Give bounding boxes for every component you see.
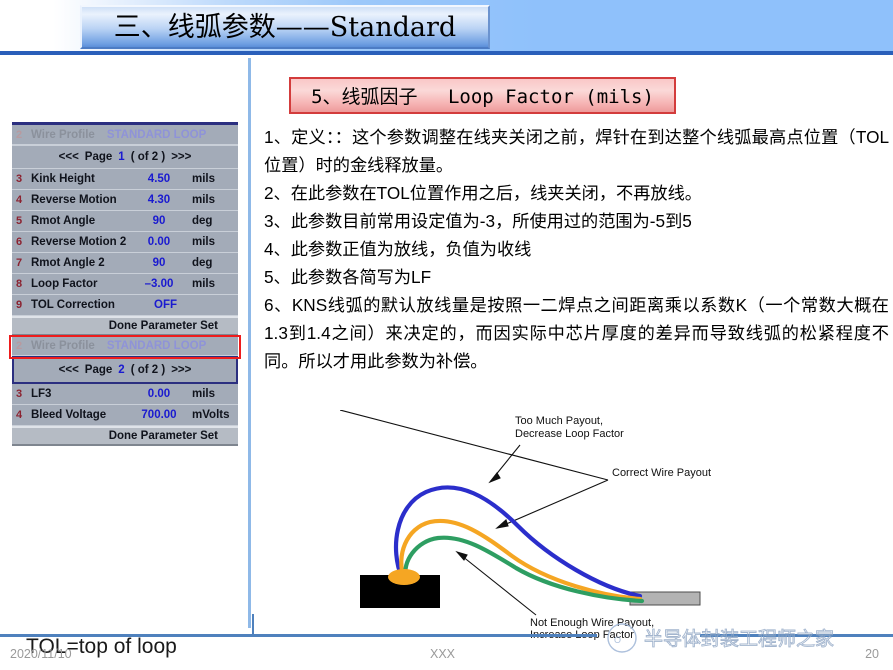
row-label: Reverse Motion 2 [31,236,127,248]
page2-prev-button[interactable]: <<< [59,364,79,376]
page2-page-label: Page [84,364,113,376]
row-value[interactable]: 90 [130,215,188,227]
wire-profile-panel: 2 Wire Profile STANDARD LOOP <<< Page 1 … [12,122,238,446]
page1-next-button[interactable]: >>> [171,151,191,163]
body-line-4: 4、此参数正值为放线，负值为收线 [264,239,532,259]
wire-loop-diagram: Too Much Payout, Decrease Loop Factor Co… [339,409,893,641]
annotation-correct: Correct Wire Payout [612,467,711,479]
row-value[interactable]: –3.00 [130,278,188,290]
row-number: 7 [16,257,23,269]
annotation-not-enough-line1: Not Enough Wire Payout, [530,617,654,629]
row-unit: mils [192,388,216,400]
body-line-6: 6、KNS线弧的默认放线量是按照一二焊点之间距离乘以系数K（一个常数大概在1.3… [264,295,889,371]
row-label: LF3 [31,388,52,400]
slide-footer: 2020/11/10 XXX 20 [0,645,893,670]
table-row[interactable]: 3 LF3 0.00 mils [12,384,238,405]
table-row[interactable]: 4 Bleed Voltage 700.00 mVolts [12,405,238,426]
wire-not-enough-payout [403,535,645,604]
table-row[interactable]: 9 TOL Correction OFF [12,295,238,316]
row-label: Kink Height [31,173,95,185]
wire-profile-page1-header: 2 Wire Profile STANDARD LOOP [12,125,238,145]
row-unit: mils [192,173,216,185]
page2-header-number: 2 [16,339,23,352]
page1-page-number: 1 [118,151,125,163]
page1-header-number: 2 [16,128,23,141]
row-value[interactable]: 0.00 [130,236,188,248]
row-value[interactable]: OFF [146,299,234,311]
page2-done-label: Done Parameter Set [108,430,218,442]
row-unit: mils [192,194,216,206]
page1-done-parameter-set-button[interactable]: Done Parameter Set [12,316,238,336]
footer-rule-left [0,634,597,637]
body-line-5: 5、此参数各简写为LF [264,267,432,287]
page2-page-of: ( of 2 ) [130,364,166,376]
row-number: 4 [16,194,23,206]
row-value[interactable]: 700.00 [130,409,188,421]
table-row[interactable]: 6 Reverse Motion 2 0.00 mils [12,232,238,253]
page2-header-value: STANDARD LOOP [106,339,207,352]
page2-done-parameter-set-button[interactable]: Done Parameter Set [12,426,238,446]
left-column: 2 Wire Profile STANDARD LOOP <<< Page 1 … [0,55,248,658]
body-line-2: 2、在此参数在TOL位置作用之后，线夹关闭，不再放线。 [264,183,702,203]
row-label: Reverse Motion [31,194,117,206]
page1-paging-bar[interactable]: <<< Page 1 ( of 2 ) >>> [12,145,238,169]
row-number: 3 [16,388,23,400]
slide-title: 三、线弧参数——Standard [113,11,457,43]
row-number: 3 [16,173,23,185]
footer-rule-right [700,634,893,637]
annotation-too-much-line1: Too Much Payout, [515,415,603,427]
body-line-3: 3、此参数目前常用设定值为-3，所使用过的范围为-5到5 [264,211,692,231]
page1-done-label: Done Parameter Set [108,320,218,332]
row-unit: mils [192,236,216,248]
row-number: 9 [16,299,23,311]
page2-paging-bar[interactable]: <<< Page 2 ( of 2 ) >>> [12,356,238,384]
row-label: Rmot Angle [31,215,96,227]
page1-prev-button[interactable]: <<< [59,151,79,163]
row-unit: deg [192,215,213,227]
row-label: Loop Factor [31,278,98,290]
page1-page-of: ( of 2 ) [130,151,166,163]
page2-header-label: Wire Profile [31,339,95,352]
row-number: 5 [16,215,23,227]
row-unit: deg [192,257,213,269]
section-subtitle-box: 5、线弧因子 Loop Factor (mils) [289,77,676,114]
slide-title-box: 三、线弧参数——Standard [80,5,490,49]
row-value[interactable]: 90 [130,257,188,269]
page1-page-label: Page [84,151,113,163]
table-row-loop-factor[interactable]: 8 Loop Factor –3.00 mils [12,274,238,295]
page2-page-number: 2 [118,364,125,376]
body-line-1: 1、定义：：这个参数调整在线夹关闭之前，焊针在到达整个线弧最高点位置（TOL位置… [264,127,889,175]
page1-header-value: STANDARD LOOP [106,128,207,141]
footer-tick-mark [252,614,254,634]
row-value[interactable]: 4.30 [130,194,188,206]
row-number: 4 [16,409,23,421]
body-text-block: 1、定义：：这个参数调整在线夹关闭之前，焊针在到达整个线弧最高点位置（TOL位置… [264,123,889,375]
page1-header-label: Wire Profile [31,128,95,141]
row-unit: mVolts [192,409,230,421]
row-value[interactable]: 4.50 [130,173,188,185]
ball-bond [388,569,420,585]
footer-center-text: XXX [430,647,456,661]
annotation-too-much-line2: Decrease Loop Factor [515,428,624,440]
table-row[interactable]: 5 Rmot Angle 90 deg [12,211,238,232]
row-label: TOL Correction [31,299,115,311]
column-divider [248,58,251,628]
row-label: Bleed Voltage [31,409,107,421]
footer-date: 2020/11/10 [10,647,72,661]
table-row[interactable]: 4 Reverse Motion 4.30 mils [12,190,238,211]
table-row[interactable]: 3 Kink Height 4.50 mils [12,169,238,190]
section-subtitle: 5、线弧因子 Loop Factor (mils) [311,86,654,108]
row-value[interactable]: 0.00 [130,388,188,400]
wire-profile-page2-header: 2 Wire Profile STANDARD LOOP [12,336,238,356]
row-unit: mils [192,278,216,290]
row-label: Rmot Angle 2 [31,257,105,269]
table-row[interactable]: 7 Rmot Angle 2 90 deg [12,253,238,274]
row-number: 6 [16,236,23,248]
right-column: 5、线弧因子 Loop Factor (mils) 1、定义：：这个参数调整在线… [256,55,893,641]
row-number: 8 [16,278,23,290]
page2-next-button[interactable]: >>> [171,364,191,376]
footer-page-number: 20 [865,647,879,661]
